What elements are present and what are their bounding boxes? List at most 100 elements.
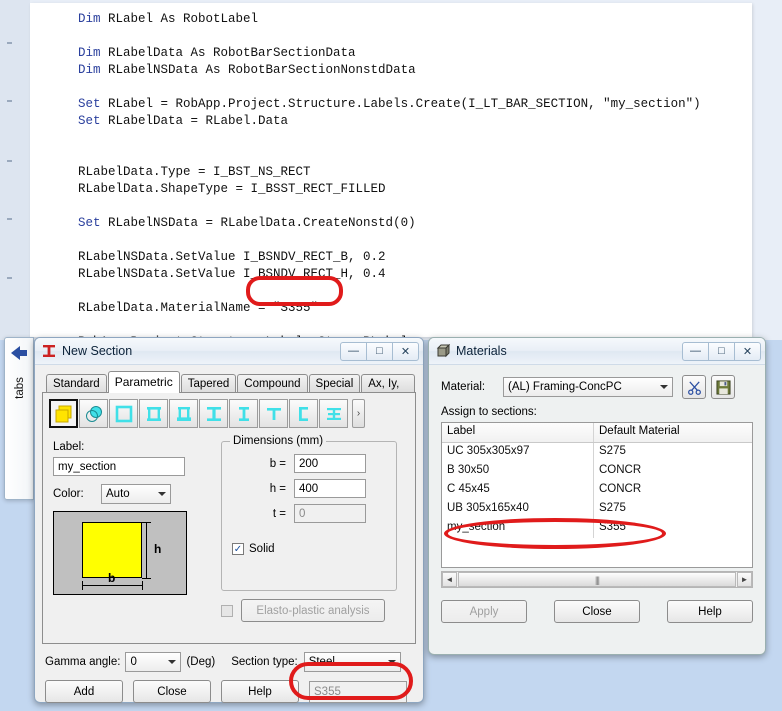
section-preview: h b [53,511,187,595]
dim-t-input[interactable]: 0 [294,504,366,523]
color-caption: Color: [53,488,84,500]
dim-h-caption: h = [269,482,286,495]
materials-dialog: Materials — □ ✕ Material: (AL) Framing-C… [428,337,766,655]
new-section-title: New Section [62,344,133,358]
shape-i-thin-button[interactable] [229,399,258,428]
maximize-button[interactable]: □ [708,341,735,361]
tab-ax-iy-iz[interactable]: Ax, Iy, Iz ... [361,374,415,405]
preview-b-label: b [108,571,116,585]
minimize-button[interactable]: — [682,341,709,361]
materials-grid[interactable]: Label Default Material UC 305x305x97 S27… [441,422,753,568]
help-button-materials[interactable]: Help [667,600,753,623]
tab-special[interactable]: Special [308,374,361,393]
gamma-angle-combo[interactable]: 0 [125,652,182,672]
cell-label: B 30x50 [442,462,594,481]
close-button[interactable]: ✕ [392,341,419,361]
code-text[interactable]: Dim RLabel As RobotLabel Dim RLabelData A… [78,11,701,351]
cell-material: S275 [599,502,626,514]
table-row[interactable]: UC 305x305x97 S275 [442,443,752,462]
new-section-titlebar[interactable]: New Section — □ ✕ [35,338,423,365]
chevron-down-icon [660,385,668,389]
section-type-caption: Section type: [231,656,298,668]
shape-circle-icon [85,405,102,422]
column-header-default-material: Default Material [599,425,680,437]
label-input[interactable]: my_section [53,457,185,476]
maximize-button[interactable]: □ [366,341,393,361]
cell-label: C 45x45 [442,481,594,500]
cut-material-button[interactable] [682,375,706,399]
dim-b-input[interactable]: 200 [294,454,366,473]
materials-horizontal-scrollbar[interactable]: ◄ ||| ► [441,571,753,588]
gamma-angle-value: 0 [130,656,137,668]
tab-tapered[interactable]: Tapered [180,374,237,393]
tab-standard[interactable]: Standard [46,374,107,393]
shape-box-hollow-button[interactable] [109,399,138,428]
elasto-plastic-checkbox[interactable] [221,604,233,617]
table-row[interactable]: UB 305x165x40 S275 [442,500,752,519]
scroll-thumb[interactable]: ||| [458,572,736,587]
table-row[interactable]: my_section S355 [442,519,752,538]
save-material-button[interactable] [711,375,735,399]
materials-titlebar[interactable]: Materials — □ ✕ [429,338,765,365]
shape-i-narrow-icon [206,406,221,421]
shape-toolbar: › [49,399,409,428]
shape-i-thin-icon [238,406,249,421]
cell-material: CONCR [599,464,642,476]
shape-circle-button[interactable] [79,399,108,428]
cell-label: my_section [442,519,594,538]
code-line: RLabelData.Type = I_BST_NS_RECT [78,165,311,179]
shape-tee-button[interactable] [259,399,288,428]
tabs-flyout-panel[interactable]: tabs [4,337,34,500]
material-combo[interactable]: (AL) Framing-ConcPC [503,377,673,397]
shape-rect-filled-button[interactable] [49,399,78,428]
shape-cross-icon [326,407,341,420]
shape-i-narrow-button[interactable] [199,399,228,428]
code-line: Set RLabel = RobApp.Project.Structure.La… [78,97,701,111]
code-page[interactable]: Dim RLabel As RobotLabel Dim RLabelData A… [30,3,752,349]
shape-more-button[interactable]: › [352,399,365,428]
tab-compound[interactable]: Compound [237,374,308,393]
materials-box-icon [436,344,450,358]
minimize-button[interactable]: — [340,341,367,361]
section-type-tabstrip: Standard Parametric Tapered Compound Spe… [42,371,416,405]
editor-left-margin [0,0,30,340]
shape-channel-icon [298,406,308,421]
shape-i-unequal-button[interactable] [169,399,198,428]
shape-channel-button[interactable] [289,399,318,428]
tab-parametric[interactable]: Parametric [107,371,180,393]
code-line: Dim RLabelNSData As RobotBarSectionNonst… [78,63,416,77]
scroll-left-arrow-icon[interactable]: ◄ [442,572,457,587]
section-type-combo[interactable]: Steel [303,652,401,672]
dim-t-caption: t = [272,507,286,520]
cell-label: UC 305x305x97 [442,443,594,462]
shape-i-unequal-icon [176,406,191,421]
elasto-plastic-button[interactable]: Elasto-plastic analysis [241,599,385,622]
material-combo-value: (AL) Framing-ConcPC [508,381,622,393]
close-button-new-section[interactable]: Close [133,680,211,703]
shape-i-wide-button[interactable] [139,399,168,428]
scroll-right-arrow-icon[interactable]: ► [737,572,752,587]
dim-h-input[interactable]: 400 [294,479,366,498]
help-button-new-section[interactable]: Help [221,680,299,703]
new-section-dialog: New Section — □ ✕ Standard Parametric Ta… [34,337,424,703]
solid-checkbox[interactable]: ✓ [232,543,244,555]
table-row[interactable]: B 30x50 CONCR [442,462,752,481]
code-line: RLabelNSData.SetValue I_BSNDV_RECT_H, 0.… [78,267,386,281]
table-row[interactable]: C 45x45 CONCR [442,481,752,500]
close-button[interactable]: ✕ [734,341,761,361]
code-line: Set RLabelNSData = RLabelData.CreateNons… [78,216,416,230]
cell-label: UB 305x165x40 [442,500,594,519]
shape-cross-button[interactable] [319,399,348,428]
apply-button[interactable]: Apply [441,600,527,623]
shape-i-wide-icon [146,406,161,421]
color-combo-value: Auto [106,488,130,500]
close-button-materials[interactable]: Close [554,600,640,623]
add-button[interactable]: Add [45,680,123,703]
preview-h-label: h [154,542,162,556]
material-name-field[interactable]: S355 [309,680,407,703]
chevron-down-icon [168,660,177,664]
color-combo[interactable]: Auto [101,484,171,504]
